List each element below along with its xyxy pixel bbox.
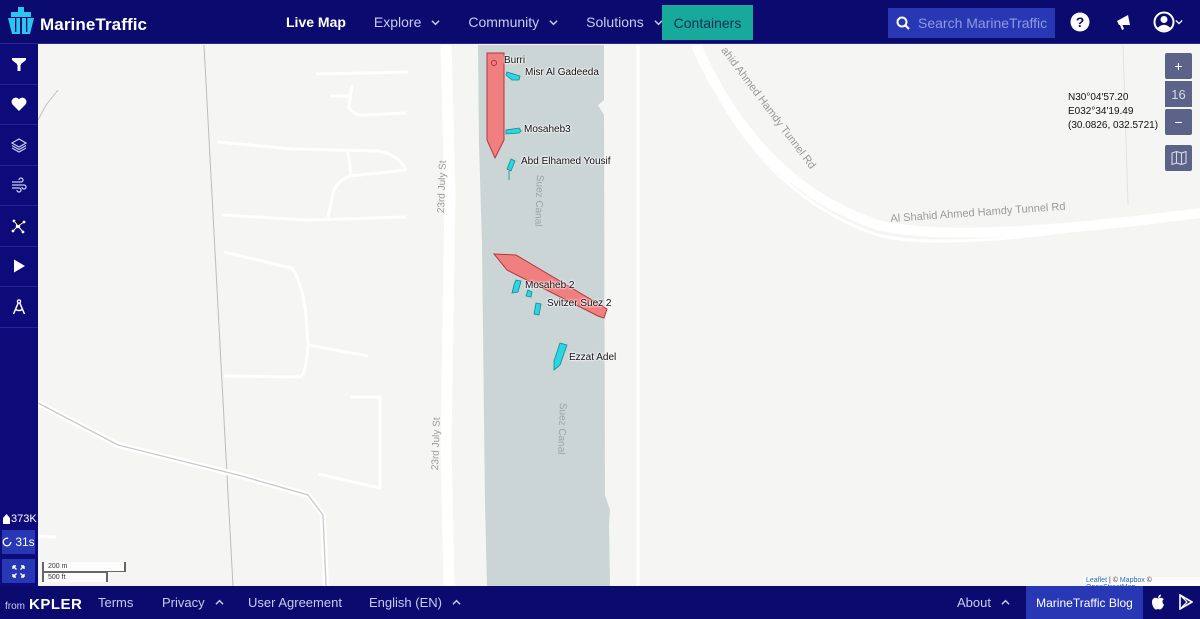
footer: from KPLER Terms Privacy User Agreement … [0,586,1200,619]
chevron-down-icon [549,19,558,25]
svg-text:?: ? [1076,14,1085,30]
map-base-layer [38,45,1200,586]
live-map[interactable]: 23rd July St 23rd July St Suez Canal Sue… [38,45,1200,586]
vessel-label-svitzer-suez-2[interactable]: Svitzer Suez 2 [547,298,611,309]
layers-icon [11,138,27,153]
marinetraffic-logo[interactable]: MarineTraffic [6,6,147,36]
vessel-label-burri[interactable]: Burri [504,55,525,66]
filter-icon [12,57,26,71]
main-nav: Live Map Explore Community Solutions [272,0,677,44]
sidebar-my-fleets-button[interactable] [0,85,38,125]
road-label-23rd-july-st: 23rd July St [430,417,443,471]
map-sidebar [0,44,38,586]
vessel-label-ezzat-adel[interactable]: Ezzat Adel [569,352,616,363]
sidebar-density-button[interactable] [0,206,38,247]
top-navigation-bar: MarineTraffic Live Map Explore Community… [0,0,1200,44]
vessel-count: 373K [0,513,38,525]
vessel-label-mosaheb-2[interactable]: Mosaheb 2 [525,280,574,291]
footer-user-agreement-link[interactable]: User Agreement [248,595,342,610]
footer-privacy-link[interactable]: Privacy [162,595,224,610]
refresh-button[interactable]: 31s [2,530,35,554]
search-input[interactable] [918,15,1048,31]
nav-explore[interactable]: Explore [360,0,454,44]
scale-metric: 200 m [42,562,126,572]
user-account-icon [1153,11,1175,33]
google-play-link[interactable] [1179,593,1194,615]
kpler-brand[interactable]: from KPLER [5,596,82,613]
fullscreen-icon [12,564,25,578]
brand-name: MarineTraffic [40,15,148,34]
vessel-shape-burri [486,52,505,160]
chevron-down-icon [431,19,440,25]
coordinates-decimal: (30.0826, 032.5721) [1068,120,1159,131]
map-type-button[interactable] [1165,145,1192,171]
compass-icon [12,298,26,315]
map-scale: 200 m 500 ft [42,562,126,582]
vessel-count-value: 373K [11,513,37,525]
road-label-suez-canal: Suez Canal [532,174,545,227]
road-label-suez-canal: Suez Canal [555,402,568,455]
zoom-in-button[interactable]: + [1165,53,1192,79]
fullscreen-button[interactable] [2,559,35,583]
nav-explore-label: Explore [373,14,422,30]
nav-community-label: Community [468,14,540,30]
sidebar-layers-button[interactable] [0,125,38,166]
road-23rd-july-st [440,45,456,586]
sidebar-measure-button[interactable] [0,287,38,328]
heart-icon [11,97,27,112]
cursor-coordinates: N30°04'57.20 E032°34'19.49 (30.0826, 032… [1068,91,1158,133]
nav-solutions-label: Solutions [586,14,644,30]
map-icon [1170,151,1187,165]
road-label-23rd-july-st: 23rd July St [436,160,449,214]
chevron-up-icon [1001,599,1010,605]
footer-language-selector[interactable]: English (EN) [369,595,461,610]
coordinates-lon: E032°34'19.49 [1068,106,1134,117]
from-label: from [5,601,25,612]
user-account-button[interactable] [1151,11,1185,33]
kpler-logo: KPLER [29,596,83,613]
chevron-up-icon [452,599,461,605]
search-box [888,8,1055,38]
network-icon [11,219,26,234]
zoom-out-button[interactable]: − [1165,109,1192,135]
sidebar-filters-button[interactable] [0,44,38,85]
vessel-label-mosaheb3[interactable]: Mosaheb3 [524,124,571,135]
diagonal-road [38,400,329,586]
apple-icon [1152,594,1164,610]
megaphone-icon [1117,15,1130,30]
containers-button[interactable]: Containers [662,5,753,40]
play-icon [14,259,25,273]
footer-terms-link[interactable]: Terms [98,595,133,610]
wind-icon [12,177,27,193]
app-store-link[interactable] [1151,594,1165,615]
leaflet-link[interactable]: Leaflet [1086,577,1107,584]
help-icon: ? [1070,12,1090,32]
refresh-icon [2,537,12,547]
search-icon [896,16,910,30]
refresh-timer: 31s [15,535,35,549]
scale-imperial: 500 ft [42,572,108,582]
zoom-level: 16 [1165,81,1192,107]
chevron-up-icon [215,599,224,605]
footer-about-link[interactable]: About [957,595,1010,610]
zoom-controls: + 16 − [1165,53,1192,137]
nav-live-map[interactable]: Live Map [272,0,360,44]
vessel-label-misr-al-gadeeda[interactable]: Misr Al Gadeeda [525,67,599,78]
ship-logo-icon [8,7,34,34]
chevron-down-icon [1175,19,1183,25]
sidebar-weather-button[interactable] [0,166,38,206]
rail-line [203,45,234,586]
vessel-icon [3,514,10,524]
coordinates-lat: N30°04'57.20 [1068,92,1129,103]
help-button[interactable]: ? [1069,11,1091,33]
tunnel-road [691,45,1200,238]
mapbox-link[interactable]: Mapbox [1120,577,1145,584]
announcements-button[interactable] [1113,11,1135,33]
sidebar-playback-button[interactable] [0,247,38,287]
marinetraffic-blog-button[interactable]: MarineTraffic Blog [1026,586,1143,619]
vessel-label-abd-elhamed-yousif[interactable]: Abd Elhamed Yousif [521,156,611,167]
google-play-icon [1179,593,1194,611]
nav-community[interactable]: Community [454,0,572,44]
nav-live-map-label: Live Map [286,14,346,30]
